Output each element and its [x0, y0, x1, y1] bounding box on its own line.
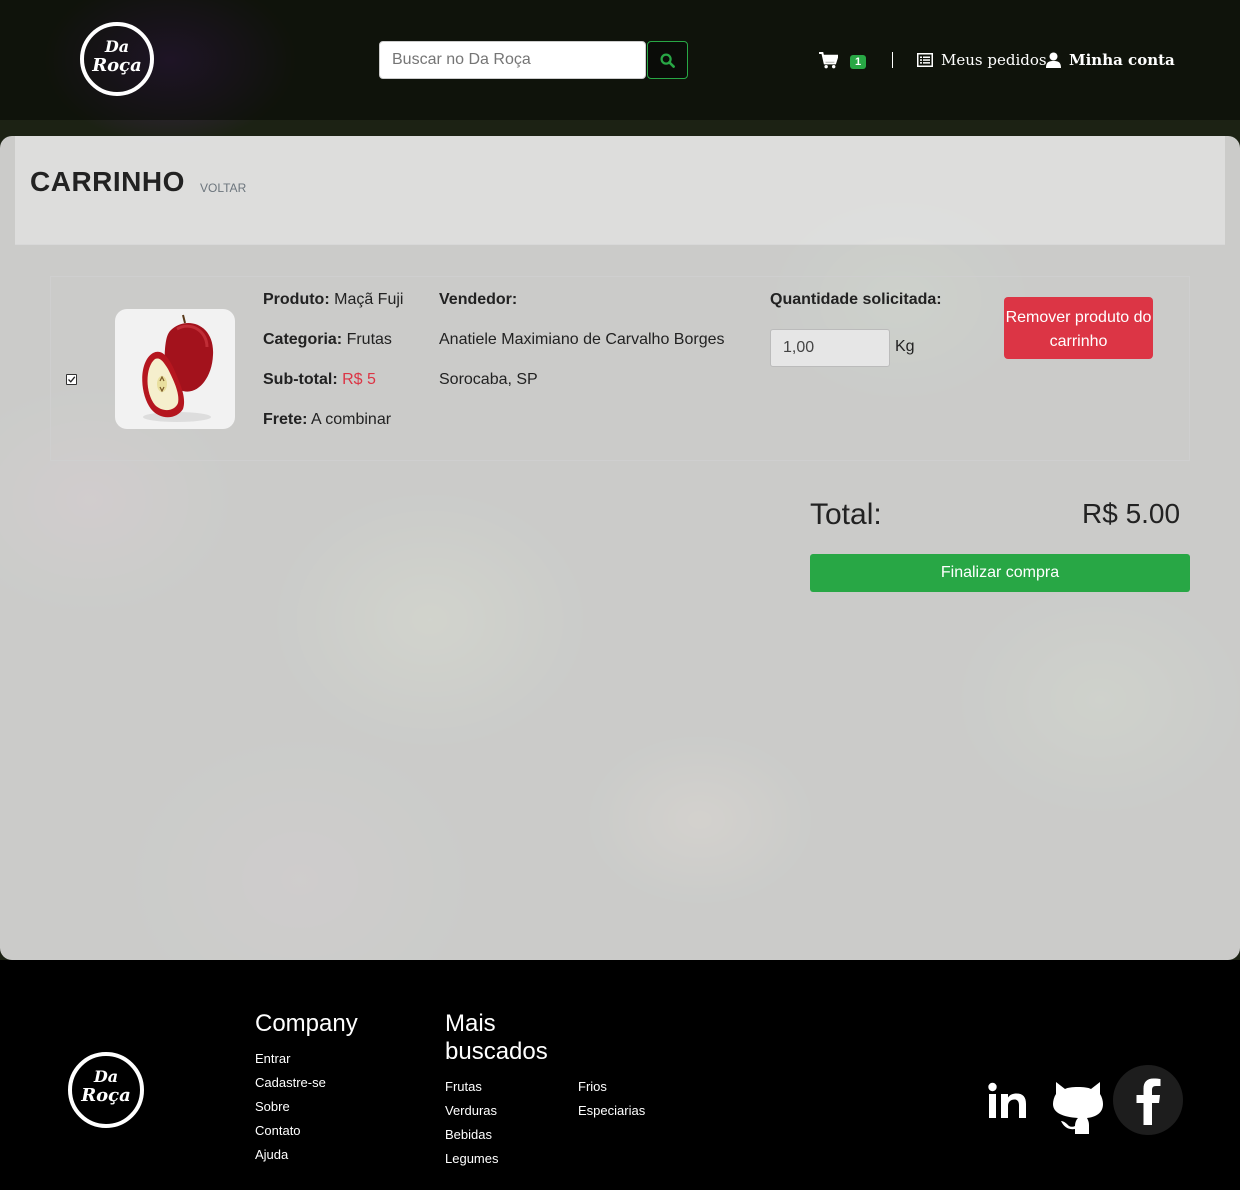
seller-name: Anatiele Maximiano de Carvalho Borges [439, 331, 725, 348]
remove-product-button[interactable]: Remover produto do carrinho [1004, 297, 1153, 359]
total-value: R$ 5.00 [1082, 498, 1181, 529]
checkout-button[interactable]: Finalizar compra [810, 554, 1190, 592]
footer-link-legumes[interactable]: Legumes [445, 1151, 498, 1166]
user-icon [1046, 52, 1061, 68]
seller-label: Vendedor: [439, 291, 518, 308]
search-button[interactable] [647, 41, 688, 79]
item-checkbox[interactable] [66, 374, 77, 385]
seller-location: Sorocaba, SP [439, 371, 538, 388]
popular-heading-line1: Mais [445, 1010, 496, 1037]
cart-item: Produto: Maçã Fuji Categoria: Frutas Sub… [50, 276, 1190, 461]
facebook-icon[interactable] [1113, 1065, 1183, 1135]
footer-link-verduras[interactable]: Verduras [445, 1103, 497, 1118]
product-shipping: Frete: A combinar [263, 411, 392, 428]
footer-link-frutas[interactable]: Frutas [445, 1079, 482, 1094]
page-header: CARRINHO VOLTAR [15, 136, 1225, 245]
top-navbar: Da Roça 1 Meus pedidos [0, 0, 1240, 120]
total-label: Total: [810, 498, 882, 531]
footer-logo[interactable]: Da Roça [68, 1052, 144, 1128]
linkedin-icon[interactable] [988, 1082, 1028, 1120]
quantity-unit: Kg [895, 338, 915, 355]
apple-image [142, 314, 214, 422]
cart-panel: CARRINHO VOLTAR Produto: Maçã Fuji Categ… [0, 136, 1240, 960]
footer-link-sobre[interactable]: Sobre [255, 1099, 290, 1114]
product-image [115, 309, 235, 429]
page-title: CARRINHO [30, 166, 185, 197]
footer-link-cadastre-se[interactable]: Cadastre-se [255, 1075, 326, 1090]
footer-link-bebidas[interactable]: Bebidas [445, 1127, 492, 1142]
quantity-label: Quantidade solicitada: [770, 291, 942, 308]
product-subtotal: Sub-total: R$ 5 [263, 371, 376, 388]
quantity-input[interactable]: 1,00 [770, 329, 890, 367]
cart-link[interactable]: 1 [819, 50, 867, 70]
footer-link-especiarias[interactable]: Especiarias [578, 1103, 645, 1118]
check-icon [68, 376, 76, 383]
popular-heading-line2: buscados [445, 1038, 548, 1065]
search-icon [660, 52, 675, 68]
my-account-link[interactable]: Minha conta [1046, 50, 1175, 70]
cart-icon [819, 51, 838, 68]
list-icon [917, 53, 933, 67]
footer: Da Roça Company Entrar Cadastre-se Sobre… [0, 960, 1240, 1190]
footer-link-entrar[interactable]: Entrar [255, 1051, 290, 1066]
company-heading: Company [255, 1010, 358, 1037]
product-name: Produto: Maçã Fuji [263, 291, 404, 308]
cart-count-badge: 1 [850, 55, 867, 69]
product-category: Categoria: Frutas [263, 331, 392, 348]
back-link[interactable]: VOLTAR [200, 181, 246, 195]
logo[interactable]: Da Roça [80, 22, 154, 96]
nav-divider [892, 52, 893, 68]
footer-link-contato[interactable]: Contato [255, 1123, 301, 1138]
footer-link-frios[interactable]: Frios [578, 1079, 607, 1094]
my-orders-link[interactable]: Meus pedidos [917, 50, 1047, 70]
search-input[interactable] [379, 41, 646, 79]
footer-link-ajuda[interactable]: Ajuda [255, 1147, 288, 1162]
github-icon[interactable] [1052, 1078, 1104, 1134]
